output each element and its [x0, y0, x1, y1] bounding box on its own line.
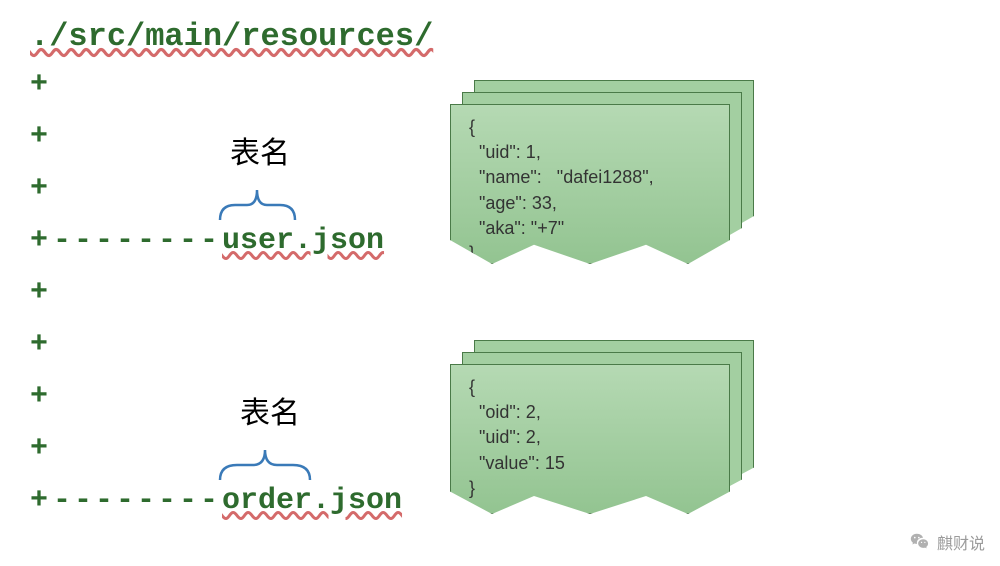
tree-plus: +: [30, 328, 48, 362]
table-name-label-2: 表名: [240, 388, 300, 432]
tree-plus: +: [30, 68, 48, 102]
tree-branch: --------: [53, 224, 221, 258]
tree-plus: +: [30, 380, 48, 414]
curly-bracket-icon: [215, 170, 300, 226]
json-content-user: { "uid": 1, "name": "dafei1288", "age": …: [451, 105, 729, 276]
watermark-text: 麒财说: [937, 530, 985, 554]
json-content-order: { "oid": 2, "uid": 2, "value": 15 }: [451, 365, 729, 511]
curly-bracket-icon: [215, 430, 315, 486]
tree-branch: --------: [53, 484, 221, 518]
file-order-json: order.json: [222, 484, 402, 518]
tree-plus: +: [30, 276, 48, 310]
tree-plus: +: [30, 172, 48, 206]
tree-plus: +: [30, 484, 48, 518]
table-name-label-1: 表名: [230, 128, 290, 172]
watermark: 麒财说: [909, 530, 985, 554]
resource-path-title: ./src/main/resources/: [30, 18, 433, 55]
tree-plus: +: [30, 224, 48, 258]
tree-plus: +: [30, 432, 48, 466]
tree-plus: +: [30, 120, 48, 154]
wechat-icon: [909, 531, 931, 553]
file-user-json: user.json: [222, 224, 384, 258]
